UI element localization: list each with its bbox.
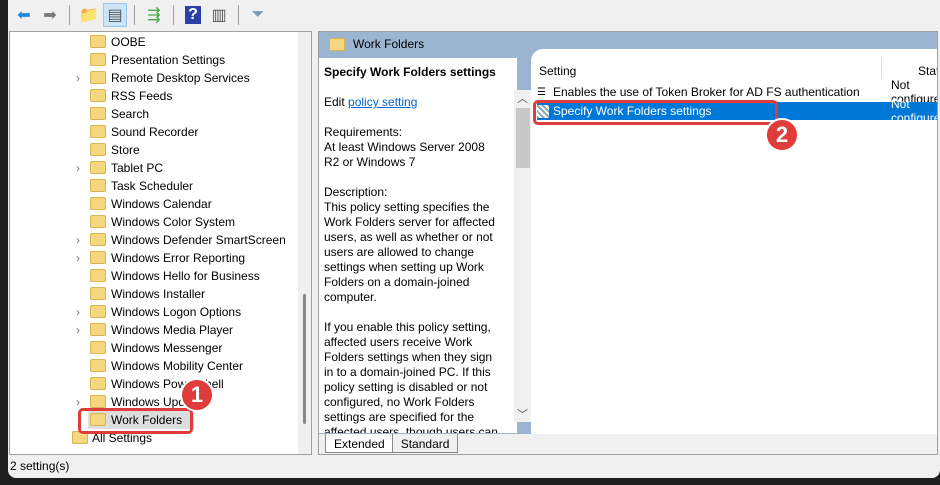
list-row[interactable]: ☰ Enables the use of Token Broker for AD …	[537, 78, 937, 106]
export-list-icon[interactable]: ⇶	[142, 3, 166, 27]
annotation-badge-2: 2	[765, 118, 799, 152]
description-title: Specify Work Folders settings	[324, 65, 496, 79]
folder-icon	[90, 179, 106, 192]
header-title: Work Folders	[353, 37, 425, 51]
folder-icon	[90, 305, 106, 318]
folder-icon	[90, 71, 106, 84]
tab-extended[interactable]: Extended	[325, 434, 394, 453]
chevron-right-icon[interactable]: ›	[76, 233, 80, 247]
back-icon[interactable]: ⬅	[12, 3, 36, 27]
filter-icon[interactable]: ⏷	[246, 3, 270, 27]
chevron-right-icon[interactable]: ›	[76, 161, 80, 175]
folder-icon	[90, 89, 106, 102]
show-action-pane-icon[interactable]: ▥	[207, 3, 231, 27]
folder-icon	[329, 37, 345, 51]
chevron-right-icon[interactable]: ›	[76, 305, 80, 319]
folder-icon	[90, 251, 106, 264]
setting-state: Not configured	[891, 97, 937, 125]
setting-name: Enables the use of Token Broker for AD F…	[553, 85, 860, 99]
details-pane: Work Folders Specify Work Folders settin…	[318, 31, 938, 455]
tree-item-label: Windows Mobility Center	[111, 359, 244, 373]
description-panel: Specify Work Folders settings Edit polic…	[319, 58, 517, 433]
tree-item-label: Windows Logon Options	[111, 305, 242, 319]
folder-icon	[90, 323, 106, 336]
tree-pane: OOBE Presentation Settings › Remote Desktop…	[9, 31, 312, 455]
folder-icon	[90, 215, 106, 228]
highlight-specify-setting	[533, 100, 778, 125]
chevron-right-icon[interactable]: ›	[76, 323, 80, 337]
folder-icon	[90, 341, 106, 354]
folder-icon	[90, 161, 106, 174]
show-hide-tree-icon[interactable]: ▤	[103, 3, 127, 27]
description-more: If you enable this policy setting, affec…	[324, 320, 498, 433]
folder-icon	[90, 143, 106, 156]
annotation-badge-1: 1	[180, 378, 214, 412]
tree-item-label: OOBE	[111, 35, 146, 49]
tree-item-label: Task Scheduler	[111, 179, 194, 193]
view-tabs: Extended Standard	[319, 434, 937, 454]
column-state[interactable]: State	[918, 64, 937, 78]
edit-prefix: Edit	[324, 95, 349, 109]
status-bar: 2 setting(s)	[10, 459, 70, 473]
requirements-text: Requirements: At least Windows Server 20…	[324, 125, 485, 169]
chevron-right-icon[interactable]: ›	[76, 395, 80, 409]
tree-item-label: Search	[111, 107, 150, 121]
folder-icon	[90, 377, 106, 390]
tree-item-label: Windows Media Player	[111, 323, 234, 337]
description-scrollbar[interactable]: ︿ ﹀	[514, 90, 531, 422]
chevron-right-icon[interactable]: ›	[76, 251, 80, 265]
up-folder-icon[interactable]: 📁	[77, 3, 101, 27]
description-text: Description: This policy setting specifi…	[324, 185, 495, 304]
tree-item-label: Presentation Settings	[111, 53, 226, 67]
folder-icon	[90, 395, 106, 408]
tree-item-label: Windows Installer	[111, 287, 206, 301]
chevron-right-icon[interactable]: ›	[76, 71, 80, 85]
folder-icon	[90, 125, 106, 138]
folder-icon	[90, 53, 106, 66]
folder-icon	[90, 233, 106, 246]
tree-item-label: Windows Color System	[111, 215, 236, 229]
highlight-work-folders	[78, 408, 193, 434]
toolbar: ⬅ ➡ 📁 ▤ ⇶ ? ▥ ⏷	[8, 0, 940, 30]
tree-item-label: Windows Calendar	[111, 197, 212, 211]
edit-policy-link[interactable]: policy setting	[348, 95, 417, 109]
tree-item-label: Tablet PC	[111, 161, 164, 175]
forward-icon[interactable]: ➡	[38, 3, 62, 27]
folder-icon	[90, 287, 106, 300]
tree-item-label: Store	[111, 143, 140, 157]
tree-item-label: Remote Desktop Services	[111, 71, 250, 85]
tree-scrollbar[interactable]	[298, 32, 311, 454]
help-icon[interactable]: ?	[181, 3, 205, 27]
tree-item-label: Windows Error Reporting	[111, 251, 246, 265]
folder-icon	[90, 359, 106, 372]
tab-standard[interactable]: Standard	[391, 434, 459, 453]
tree-item-label: RSS Feeds	[111, 89, 173, 103]
folder-icon	[90, 269, 106, 282]
tree-item-label: Windows Messenger	[111, 341, 223, 355]
folder-icon	[90, 107, 106, 120]
folder-icon	[90, 35, 106, 48]
tree-item-label: Windows Hello for Business	[111, 269, 260, 283]
column-setting[interactable]: Setting	[539, 64, 576, 78]
policy-icon: ☰	[537, 86, 546, 98]
group-policy-editor-window: ⬅ ➡ 📁 ▤ ⇶ ? ▥ ⏷ OOBE Presentation Setting…	[8, 0, 940, 478]
tree-item-label: Windows Defender SmartScreen	[111, 233, 286, 247]
tree-item-label: Sound Recorder	[111, 125, 199, 139]
folder-icon	[90, 197, 106, 210]
